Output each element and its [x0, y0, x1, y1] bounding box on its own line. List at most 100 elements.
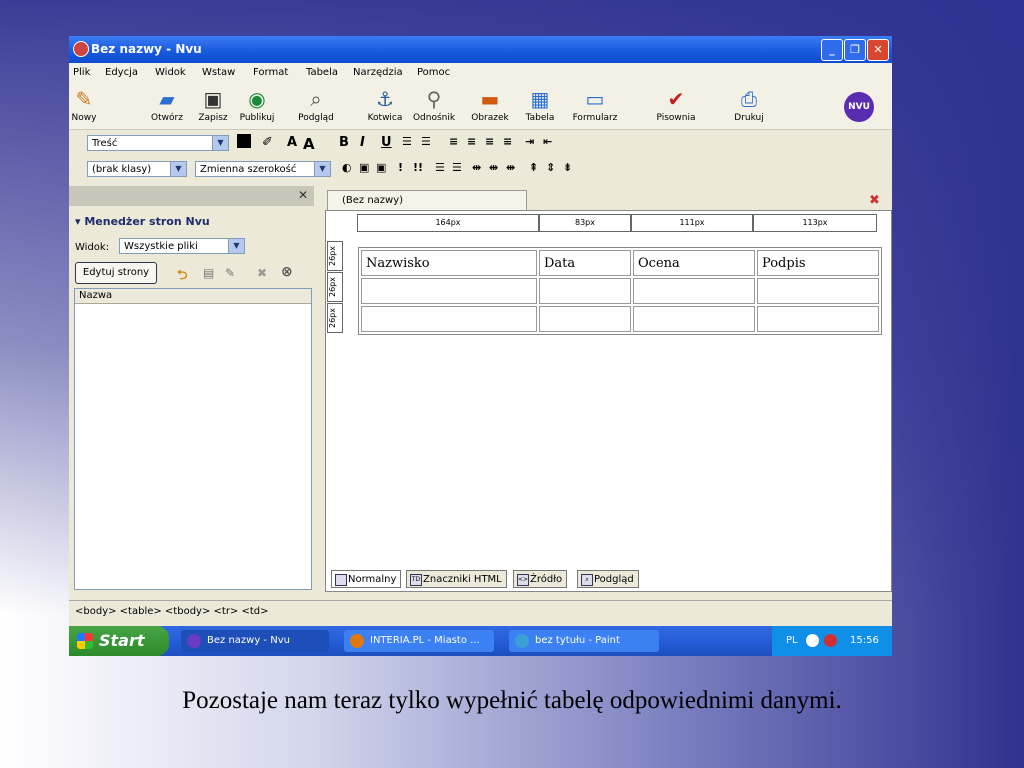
tab-normal[interactable]: Normalny [331, 570, 402, 588]
delete-column-icon[interactable]: ☰ [452, 161, 462, 174]
valign-middle-icon[interactable]: ⇕ [546, 161, 555, 174]
bullet-list-icon[interactable]: ☰ [421, 135, 431, 148]
merge-cell-icon[interactable]: ▣ [376, 161, 386, 174]
maximize-button[interactable]: ❐ [844, 39, 866, 61]
table-cell[interactable] [539, 306, 631, 332]
print-button[interactable]: ⎙ Drukuj [724, 85, 774, 127]
select-cell-icon[interactable]: ▣ [359, 161, 369, 174]
menu-widok[interactable]: Widok [155, 67, 186, 78]
font-smaller-icon[interactable]: A [287, 135, 297, 150]
table-cell[interactable]: Ocena [633, 250, 755, 276]
insert-cell-icon[interactable]: ◐ [342, 161, 352, 174]
underline-icon[interactable]: U [381, 135, 392, 150]
link-button[interactable]: ⚲ Odnośnik [409, 85, 459, 127]
task-browser[interactable]: INTERIA.PL - Miasto ... [344, 630, 494, 652]
document-tab[interactable]: (Bez nazwy) [327, 190, 527, 210]
new-button[interactable]: ✎ Nowy [69, 85, 109, 127]
image-button[interactable]: ▬ Obrazek [465, 85, 515, 127]
publish-button[interactable]: ◉ Publikuj [232, 85, 282, 127]
security-alert-icon[interactable] [824, 634, 837, 647]
menu-edycja[interactable]: Edycja [105, 67, 138, 78]
indent-icon[interactable]: ⇥ [525, 135, 534, 148]
open-button[interactable]: ▰ Otwórz [142, 85, 192, 127]
view-select[interactable]: Wszystkie pliki ▼ [119, 238, 245, 254]
language-indicator[interactable]: PL [786, 626, 798, 656]
table-cell[interactable]: Podpis [757, 250, 879, 276]
task-paint[interactable]: bez tytułu - Paint [509, 630, 659, 652]
format-toolbar: Treść ▼ ✐ A A B I U ☰ ☰ ≡ ≡ ≡ ≡ ⇥ ⇤ [69, 132, 892, 156]
image-icon: ▬ [480, 87, 500, 111]
highlight-icon[interactable]: ✐ [262, 135, 273, 150]
align-cell-center-icon[interactable]: ⇹ [489, 161, 498, 174]
document-table[interactable]: Nazwisko Data Ocena Podpis [358, 247, 882, 335]
menu-wstaw[interactable]: Wstaw [202, 67, 235, 78]
align-left-icon[interactable]: ≡ [449, 135, 458, 148]
file-list[interactable]: Nazwa [74, 288, 312, 590]
align-right-icon[interactable]: ≡ [485, 135, 494, 148]
save-button[interactable]: ▣ Zapisz [188, 85, 238, 127]
valign-top-icon[interactable]: ⇞ [529, 161, 538, 174]
class-select[interactable]: (brak klasy) ▼ [87, 161, 187, 177]
back-arrow-icon[interactable] [806, 634, 819, 647]
rename-icon[interactable]: ✎ [225, 266, 235, 280]
anchor-button[interactable]: ⚓ Kotwica [360, 85, 410, 127]
font-larger-icon[interactable]: A [303, 135, 315, 153]
insert-rows-icon[interactable]: !! [413, 161, 423, 174]
clock: 15:56 [850, 635, 879, 646]
table-cell[interactable]: Nazwisko [361, 250, 537, 276]
minimize-button[interactable]: _ [821, 39, 843, 61]
delete-icon[interactable]: ✖ [257, 266, 267, 280]
task-nvu[interactable]: Bez nazwy - Nvu [181, 630, 329, 652]
insert-column-icon[interactable]: ☰ [435, 161, 445, 174]
italic-icon[interactable]: I [360, 135, 365, 150]
table-cell[interactable] [361, 278, 537, 304]
close-tab-icon[interactable]: ✖ [869, 193, 880, 208]
sidebar-title: ▾ Menedżer stron Nvu [75, 215, 210, 228]
table-cell[interactable] [757, 306, 879, 332]
font-select[interactable]: Zmienna szerokość ▼ [195, 161, 331, 177]
insert-row-icon[interactable]: ! [398, 161, 403, 174]
align-justify-icon[interactable]: ≡ [503, 135, 512, 148]
edit-sites-button[interactable]: Edytuj strony [75, 262, 157, 284]
slide-caption: Pozostaje nam teraz tylko wypełnić tabel… [182, 687, 842, 714]
new-folder-icon[interactable]: ⮌ [177, 266, 187, 288]
close-icon[interactable]: ✕ [298, 188, 308, 202]
table-cell[interactable] [633, 278, 755, 304]
preview-icon: ⌕ [310, 87, 322, 111]
tab-preview[interactable]: ⌕ Podgląd [577, 570, 639, 588]
table-cell[interactable]: Data [539, 250, 631, 276]
menu-pomoc[interactable]: Pomoc [417, 67, 450, 78]
valign-bottom-icon[interactable]: ⇟ [563, 161, 572, 174]
start-button[interactable]: Start [69, 626, 169, 656]
outdent-icon[interactable]: ⇤ [543, 135, 552, 148]
text-color-icon[interactable] [237, 134, 251, 148]
table-cell[interactable] [361, 306, 537, 332]
name-column-header[interactable]: Nazwa [75, 289, 311, 304]
menu-narzedzia[interactable]: Narzędzia [353, 67, 403, 78]
tab-source[interactable]: <> Źródło [513, 570, 568, 588]
chevron-down-icon: ▼ [212, 136, 228, 150]
align-cell-left-icon[interactable]: ⇹ [472, 161, 481, 174]
upload-icon[interactable]: ▤ [203, 266, 214, 280]
table-row [361, 306, 879, 332]
preview-icon: ⌕ [581, 574, 593, 586]
stop-icon[interactable]: ⊗ [281, 264, 293, 280]
align-cell-right-icon[interactable]: ⇹ [506, 161, 515, 174]
paragraph-style-select[interactable]: Treść ▼ [87, 135, 229, 151]
spellcheck-button[interactable]: ✔ Pisownia [651, 85, 701, 127]
form-button[interactable]: ▭ Formularz [570, 85, 620, 127]
menu-plik[interactable]: Plik [73, 67, 90, 78]
table-cell[interactable] [757, 278, 879, 304]
table-cell[interactable] [633, 306, 755, 332]
menu-tabela[interactable]: Tabela [306, 67, 338, 78]
preview-button[interactable]: ⌕ Podgląd [291, 85, 341, 127]
numbered-list-icon[interactable]: ☰ [402, 135, 412, 148]
align-center-icon[interactable]: ≡ [467, 135, 476, 148]
row-ruler: 26px 26px 26px [327, 241, 343, 333]
tab-html-tags[interactable]: TD Znaczniki HTML [406, 570, 507, 588]
bold-icon[interactable]: B [339, 135, 349, 150]
table-cell[interactable] [539, 278, 631, 304]
menu-format[interactable]: Format [253, 67, 288, 78]
close-button[interactable]: ✕ [867, 39, 889, 61]
table-button[interactable]: ▦ Tabela [515, 85, 565, 127]
